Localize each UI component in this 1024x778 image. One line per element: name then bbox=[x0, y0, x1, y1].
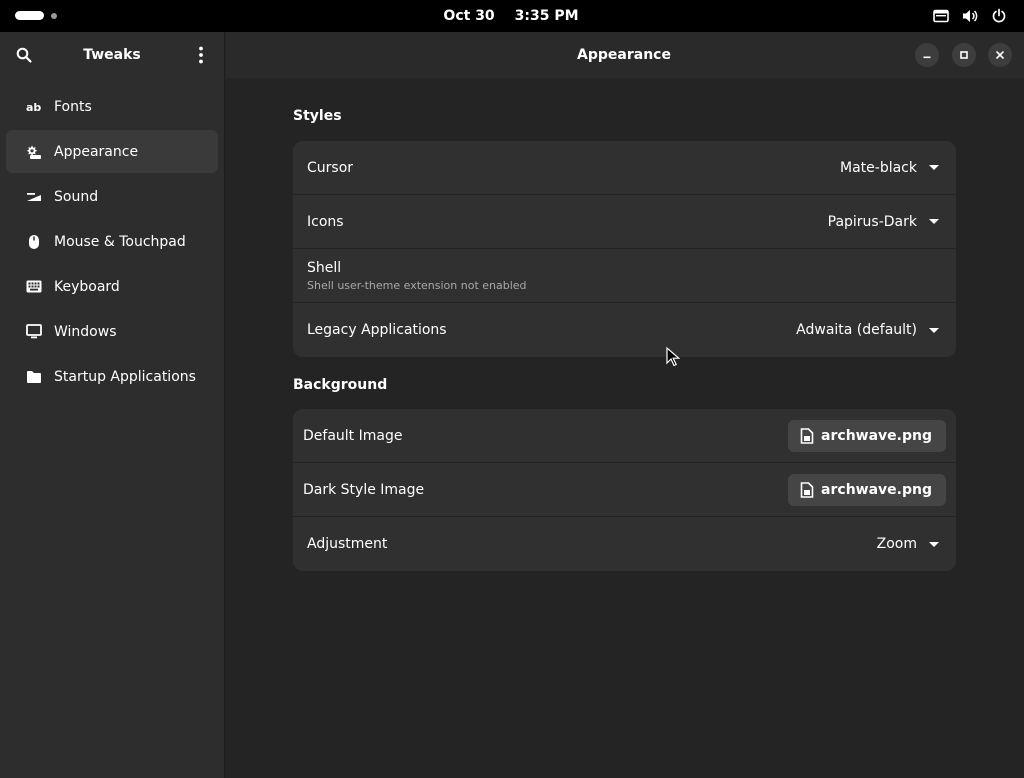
dropdown-arrow-icon bbox=[929, 219, 939, 224]
screen-icon[interactable] bbox=[932, 7, 950, 25]
dropdown-arrow-icon bbox=[929, 541, 939, 547]
maximize-button[interactable] bbox=[952, 43, 976, 67]
maximize-icon bbox=[960, 51, 968, 59]
close-icon bbox=[996, 51, 1004, 59]
sound-icon bbox=[26, 189, 42, 205]
adjustment-row[interactable]: Adjustment Zoom bbox=[293, 517, 956, 571]
folder-icon bbox=[26, 369, 42, 385]
sidebar-item-startup-applications[interactable]: Startup Applications bbox=[6, 355, 218, 398]
sidebar-nav: ab Fonts Appearance Sound Mouse & Touchp… bbox=[6, 85, 218, 400]
sidebar-title: Tweaks bbox=[83, 47, 141, 63]
sidebar-item-label: Mouse & Touchpad bbox=[54, 233, 186, 250]
cursor-row[interactable]: Cursor Mate-black bbox=[293, 141, 956, 195]
adjustment-dropdown[interactable]: Zoom bbox=[877, 536, 942, 552]
shell-row: Shell Shell user-theme extension not ena… bbox=[293, 249, 956, 303]
default-image-file-button[interactable]: archwave.png bbox=[788, 419, 946, 452]
image-file-icon bbox=[800, 427, 814, 444]
sidebar-item-fonts[interactable]: ab Fonts bbox=[6, 85, 218, 128]
sidebar-item-label: Sound bbox=[54, 188, 99, 205]
kebab-menu-icon[interactable] bbox=[192, 45, 210, 65]
top-bar: Oct 30 3:35 PM bbox=[0, 0, 1024, 32]
legacy-applications-label: Legacy Applications bbox=[307, 322, 447, 338]
dark-style-image-filename: archwave.png bbox=[821, 481, 932, 498]
appearance-icon bbox=[26, 144, 42, 160]
legacy-applications-row[interactable]: Legacy Applications Adwaita (default) bbox=[293, 303, 956, 357]
icons-row[interactable]: Icons Papirus-Dark bbox=[293, 195, 956, 249]
minimize-button[interactable] bbox=[915, 43, 939, 67]
default-image-label: Default Image bbox=[303, 427, 403, 444]
clock[interactable]: Oct 30 3:35 PM bbox=[0, 0, 1024, 32]
cursor-label: Cursor bbox=[307, 159, 354, 176]
sidebar-item-label: Fonts bbox=[54, 98, 92, 115]
mouse-pointer-icon bbox=[666, 347, 680, 367]
keyboard-icon bbox=[26, 279, 42, 295]
svg-text:ab: ab bbox=[26, 101, 41, 114]
styles-card: Cursor Mate-black Icons Papirus-Dark She… bbox=[293, 141, 956, 357]
sidebar-item-label: Startup Applications bbox=[54, 368, 196, 385]
close-button[interactable] bbox=[988, 43, 1012, 67]
power-icon[interactable] bbox=[990, 7, 1008, 25]
dropdown-arrow-icon bbox=[929, 327, 939, 333]
icons-dropdown[interactable]: Papirus-Dark bbox=[828, 214, 942, 230]
sidebar-item-appearance[interactable]: Appearance bbox=[6, 130, 218, 173]
background-heading: Background bbox=[293, 377, 388, 393]
windows-icon bbox=[26, 324, 42, 340]
legacy-applications-value: Adwaita (default) bbox=[796, 322, 917, 338]
dark-style-image-file-button[interactable]: archwave.png bbox=[788, 473, 946, 506]
styles-heading: Styles bbox=[293, 108, 342, 124]
adjustment-value: Zoom bbox=[876, 536, 917, 552]
minimize-icon bbox=[923, 56, 931, 59]
tweaks-window: Tweaks ab Fonts Appearance Sound Mouse &… bbox=[0, 32, 1024, 778]
cursor-dropdown[interactable]: Mate-black bbox=[840, 160, 942, 176]
dark-style-image-row: Dark Style Image archwave.png bbox=[293, 463, 956, 517]
fonts-icon: ab bbox=[26, 99, 42, 115]
page-title: Appearance bbox=[577, 47, 671, 63]
sidebar-item-label: Keyboard bbox=[54, 278, 120, 295]
sidebar-item-windows[interactable]: Windows bbox=[6, 310, 218, 353]
legacy-applications-dropdown[interactable]: Adwaita (default) bbox=[796, 322, 942, 338]
sidebar-item-label: Windows bbox=[54, 323, 117, 340]
sidebar-item-mouse-touchpad[interactable]: Mouse & Touchpad bbox=[6, 220, 218, 263]
system-tray[interactable] bbox=[932, 7, 1008, 25]
default-image-row: Default Image archwave.png bbox=[293, 409, 956, 463]
sidebar-item-sound[interactable]: Sound bbox=[6, 175, 218, 218]
icons-value: Papirus-Dark bbox=[827, 213, 917, 230]
background-card: Default Image archwave.png Dark Style Im… bbox=[293, 409, 956, 571]
icons-label: Icons bbox=[307, 213, 344, 230]
dropdown-arrow-icon bbox=[929, 165, 939, 170]
shell-label: Shell bbox=[307, 259, 342, 276]
sidebar: Tweaks ab Fonts Appearance Sound Mouse &… bbox=[0, 32, 225, 778]
clock-date: Oct 30 bbox=[443, 8, 495, 24]
shell-subtitle: Shell user-theme extension not enabled bbox=[307, 278, 527, 292]
sidebar-item-label: Appearance bbox=[54, 143, 139, 160]
image-file-icon bbox=[800, 481, 814, 498]
main-header: Appearance bbox=[226, 32, 1024, 78]
volume-icon[interactable] bbox=[961, 7, 979, 25]
dark-style-image-label: Dark Style Image bbox=[303, 481, 425, 498]
default-image-filename: archwave.png bbox=[821, 427, 932, 444]
cursor-value: Mate-black bbox=[840, 159, 917, 176]
appearance-content: Styles Cursor Mate-black Icons Papirus-D… bbox=[293, 78, 956, 571]
sidebar-header: Tweaks bbox=[0, 32, 224, 78]
adjustment-label: Adjustment bbox=[307, 536, 388, 552]
clock-time: 3:35 PM bbox=[514, 8, 579, 24]
sidebar-item-keyboard[interactable]: Keyboard bbox=[6, 265, 218, 308]
mouse-icon bbox=[26, 234, 42, 250]
